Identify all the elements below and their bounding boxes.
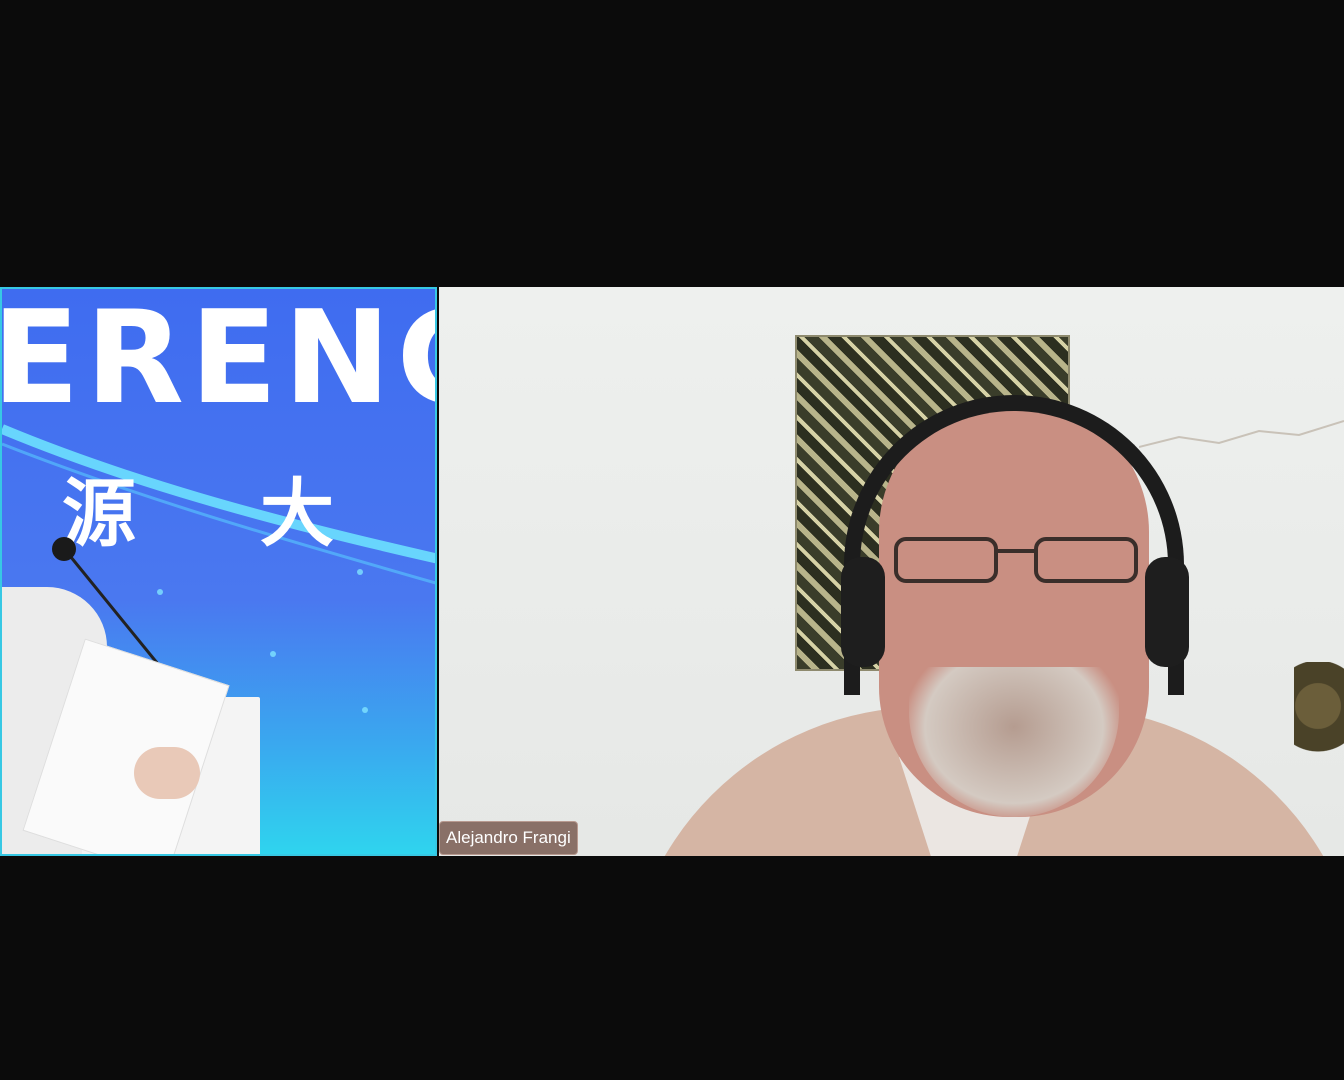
glasses [894,537,1138,583]
plant [1294,662,1344,772]
video-tile-conference-stage[interactable]: ERENC 源 大 [0,287,437,856]
wall-crack [1139,420,1344,448]
headphone-ear-cup-left [841,557,885,667]
video-call-stage: ERENC 源 大 Al [0,0,1344,1080]
participant-name-label: Alejandro Frangi [439,821,578,855]
video-tile-participant[interactable] [439,287,1344,856]
headphone-ear-cup-right [1145,557,1189,667]
speaker-hand [134,747,200,799]
